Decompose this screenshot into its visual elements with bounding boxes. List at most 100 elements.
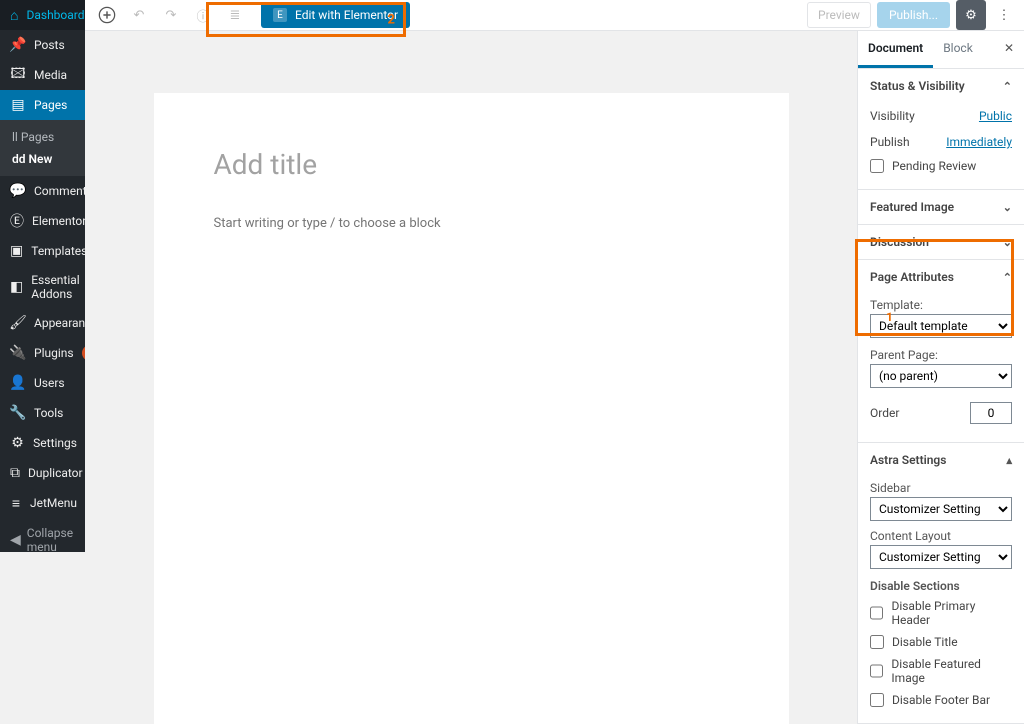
panel-discussion-head[interactable]: Discussion⌄ <box>858 225 1024 259</box>
sidebar-item-label: Users <box>34 376 65 390</box>
sidebar-item-appearance[interactable]: 🖌Appearance <box>0 308 85 338</box>
sidebar-item-label: Elementor <box>32 214 86 228</box>
page-card <box>154 93 789 724</box>
posts-icon: 📌 <box>10 37 26 53</box>
panel-astra-head[interactable]: Astra Settings▴ <box>858 443 1024 477</box>
sidebar-item-label: Pages <box>34 98 67 112</box>
settings-gear-button[interactable]: ⚙ <box>956 0 986 30</box>
collapse-menu[interactable]: ◀Collapse menu <box>0 518 85 562</box>
astra-content-select[interactable]: Customizer Setting <box>870 545 1012 569</box>
parent-page-select[interactable]: (no parent) <box>870 364 1012 388</box>
add-block-button[interactable] <box>93 1 121 29</box>
panel-discussion: Discussion⌄ <box>858 225 1024 260</box>
sidebar-item-tools[interactable]: 🔧 Tools <box>0 398 85 428</box>
editor-topbar: ↶ ↷ ⓘ ≣ EEdit with Elementor Preview Pub… <box>85 0 1024 31</box>
disable-footer-bar-checkbox[interactable]: Disable Footer Bar <box>870 689 1012 711</box>
sidebar-submenu: ll Pages dd New <box>0 120 85 176</box>
sidebar-item-pages[interactable]: ▤ Pages <box>0 90 85 120</box>
visibility-label: Visibility <box>870 109 915 123</box>
chevron-down-icon: ⌄ <box>1003 201 1012 214</box>
panel-status-head[interactable]: Status & Visibility⌃ <box>858 69 1024 103</box>
sidebar-item-jetmenu[interactable]: ≡ JetMenu <box>0 488 85 518</box>
edit-with-elementor-button[interactable]: EEdit with Elementor <box>261 2 410 28</box>
page-body-input[interactable] <box>214 216 729 231</box>
settings-panel: Document Block ✕ Status & Visibility⌃ Vi… <box>857 31 1024 724</box>
tools-icon: 🔧 <box>10 405 26 421</box>
panel-page-attributes: Page Attributes⌃ Template: Default templ… <box>858 260 1024 443</box>
page-title-input[interactable] <box>214 148 729 181</box>
panel-page-attr-head[interactable]: Page Attributes⌃ <box>858 260 1024 294</box>
sidebar-item-duplicator[interactable]: ⧉ Duplicator <box>0 458 85 488</box>
panel-featured-image: Featured Image⌄ <box>858 190 1024 225</box>
disable-featured-image-checkbox[interactable]: Disable Featured Image <box>870 653 1012 689</box>
sidebar-item-elementor[interactable]: Ⓔ Elementor <box>0 206 85 236</box>
sidebar-item-templates[interactable]: ▣Templates <box>0 236 85 266</box>
duplicator-icon: ⧉ <box>10 465 20 481</box>
sidebar-item-label: Plugins <box>34 346 74 360</box>
editor-canvas <box>85 31 857 724</box>
sidebar-sub-all-pages[interactable]: ll Pages <box>12 126 85 148</box>
settings-icon: ⚙ <box>10 435 25 451</box>
more-options-button[interactable]: ⋮ <box>992 0 1016 30</box>
info-button[interactable]: ⓘ <box>189 1 217 29</box>
sidebar-item-label: JetMenu <box>30 496 77 510</box>
sidebar-item-essential-addons[interactable]: ◧ Essential Addons <box>0 266 85 308</box>
dashboard-icon: ⌂ <box>10 7 18 23</box>
sidebar-item-comments[interactable]: 💬Comments <box>0 176 85 206</box>
publish-button[interactable]: Publish... <box>877 2 950 28</box>
sidebar-item-users[interactable]: 👤Users <box>0 368 85 398</box>
undo-button[interactable]: ↶ <box>125 1 153 29</box>
collapse-icon: ◀ <box>10 532 21 548</box>
astra-content-label: Content Layout <box>870 525 1012 545</box>
sidebar-sub-add-new[interactable]: dd New <box>12 148 85 170</box>
admin-sidebar: ⌂ Dashboard 📌 Posts 🖾 Media ▤ Pages ll Pages… <box>0 0 85 552</box>
pending-review-checkbox[interactable]: Pending Review <box>870 155 1012 177</box>
template-label: Template: <box>870 294 1012 314</box>
sidebar-item-label: Tools <box>34 406 63 420</box>
sidebar-item-label: Media <box>34 68 67 82</box>
sidebar-item-label: Comments <box>34 184 93 198</box>
sidebar-item-label: Templates <box>31 244 87 258</box>
media-icon: 🖾 <box>10 67 26 83</box>
pages-icon: ▤ <box>10 97 26 113</box>
sidebar-item-label: Dashboard <box>26 8 84 22</box>
settings-tabs: Document Block ✕ <box>858 31 1024 69</box>
addons-icon: ◧ <box>10 279 23 295</box>
astra-sidebar-select[interactable]: Customizer Setting <box>870 497 1012 521</box>
parent-page-label: Parent Page: <box>870 344 1012 364</box>
disable-title-checkbox[interactable]: Disable Title <box>870 631 1012 653</box>
chevron-down-icon: ⌄ <box>1003 236 1012 249</box>
template-select[interactable]: Default template <box>870 314 1012 338</box>
jetmenu-icon: ≡ <box>10 495 22 511</box>
redo-button[interactable]: ↷ <box>157 1 185 29</box>
disable-primary-header-checkbox[interactable]: Disable Primary Header <box>870 595 1012 631</box>
sidebar-item-label: Posts <box>34 38 65 52</box>
panel-featured-head[interactable]: Featured Image⌄ <box>858 190 1024 224</box>
order-input[interactable] <box>970 402 1012 424</box>
astra-sidebar-label: Sidebar <box>870 477 1012 497</box>
content-wrap: Document Block ✕ Status & Visibility⌃ Vi… <box>85 31 1024 724</box>
sidebar-item-label: Essential Addons <box>31 273 80 301</box>
sidebar-item-dashboard[interactable]: ⌂ Dashboard <box>0 0 85 30</box>
preview-button[interactable]: Preview <box>807 2 871 28</box>
sidebar-item-label: Duplicator <box>28 466 83 480</box>
sidebar-item-plugins[interactable]: 🔌Plugins1 <box>0 338 85 368</box>
comments-icon: 💬 <box>10 183 26 199</box>
panel-status: Status & Visibility⌃ VisibilityPublic Pu… <box>858 69 1024 190</box>
sidebar-item-media[interactable]: 🖾 Media <box>0 60 85 90</box>
outline-button[interactable]: ≣ <box>221 1 249 29</box>
chevron-up-icon: ▴ <box>1006 454 1012 467</box>
sidebar-item-posts[interactable]: 📌 Posts <box>0 30 85 60</box>
close-settings-button[interactable]: ✕ <box>994 31 1024 68</box>
elementor-icon: Ⓔ <box>10 213 24 229</box>
visibility-value[interactable]: Public <box>979 109 1012 123</box>
tab-document[interactable]: Document <box>858 31 933 68</box>
sidebar-item-label: Settings <box>33 436 77 450</box>
order-label: Order <box>870 406 899 420</box>
panel-astra-settings: Astra Settings▴ Sidebar Customizer Setti… <box>858 443 1024 724</box>
tab-block[interactable]: Block <box>933 31 983 68</box>
sidebar-item-settings[interactable]: ⚙ Settings <box>0 428 85 458</box>
chevron-up-icon: ⌃ <box>1003 80 1012 93</box>
publish-value[interactable]: Immediately <box>946 135 1012 149</box>
plus-circle-icon <box>98 6 116 24</box>
